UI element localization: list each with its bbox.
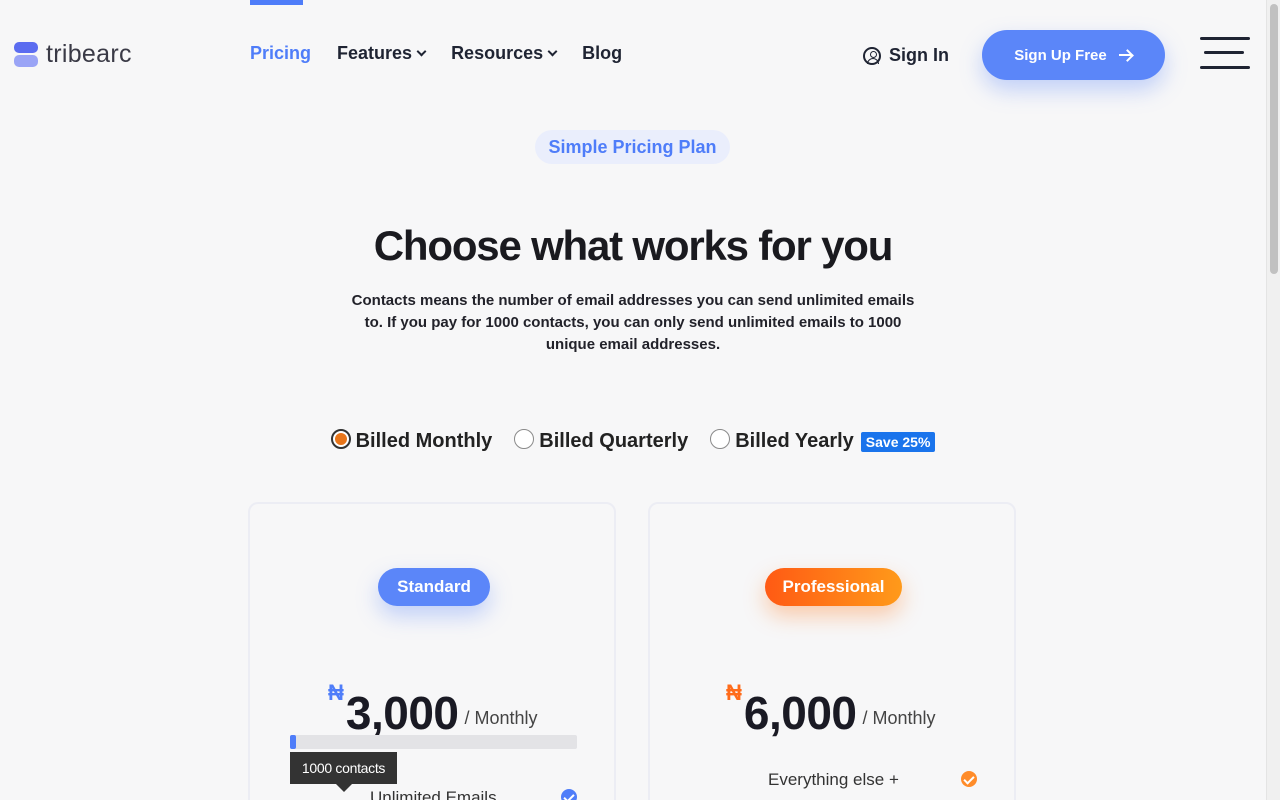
check-circle-icon: [961, 771, 977, 787]
billing-option-label: Billed Quarterly: [539, 430, 689, 452]
scrollbar[interactable]: [1266, 0, 1280, 800]
radio-button[interactable]: [710, 428, 731, 449]
nav-item-label: Blog: [582, 43, 623, 63]
nav-item-features[interactable]: Features: [337, 43, 427, 64]
chevron-down-icon: [547, 46, 558, 57]
active-nav-indicator: [250, 0, 303, 5]
currency-symbol: ₦: [328, 680, 344, 705]
contacts-tooltip: 1000 contacts: [290, 752, 397, 792]
price-row: ₦ 6,000 / Monthly: [726, 680, 936, 740]
billing-option-label: Billed Monthly: [355, 430, 493, 452]
scrollbar-thumb[interactable]: [1270, 4, 1278, 274]
billing-option-monthly[interactable]: Billed Monthly: [330, 428, 493, 453]
nav-item-label: Pricing: [250, 43, 312, 63]
billing-option-label: Billed Yearly: [735, 430, 854, 452]
contacts-slider[interactable]: [290, 735, 577, 749]
menu-icon[interactable]: [1200, 37, 1250, 71]
page-title: Choose what works for you: [373, 222, 894, 269]
logo-icon: [14, 41, 38, 68]
billing-option-yearly[interactable]: Billed Yearly Save 25%: [710, 428, 936, 453]
plan-name-badge: Standard: [378, 568, 490, 606]
price-row: ₦ 3,000 / Monthly: [328, 680, 538, 740]
sign-in-link[interactable]: Sign In: [863, 45, 949, 66]
save-badge: Save 25%: [860, 431, 936, 452]
price-amount: 6,000: [743, 687, 857, 739]
feature-item: Unlimited Emails: [370, 788, 497, 800]
nav-item-label: Resources: [451, 43, 544, 63]
plan-card-standard: Standard ₦ 3,000 / Monthly 1000 contacts…: [248, 502, 616, 800]
sign-in-label: Sign In: [889, 45, 949, 65]
sign-up-button[interactable]: Sign Up Free: [982, 30, 1165, 80]
nav-item-resources[interactable]: Resources: [451, 43, 558, 64]
main-nav: Pricing Features Resources Blog: [250, 43, 622, 64]
radio-button[interactable]: [514, 428, 535, 449]
user-icon: [863, 46, 881, 65]
nav-item-blog[interactable]: Blog: [582, 43, 622, 64]
check-circle-icon: [561, 789, 577, 800]
arrow-right-icon: [1118, 49, 1133, 61]
price-amount: 3,000: [345, 687, 459, 739]
nav-item-pricing[interactable]: Pricing: [250, 43, 311, 64]
logo[interactable]: tribearc: [14, 40, 132, 69]
sign-up-label: Sign Up Free: [1014, 46, 1107, 64]
billing-period-selector: Billed Monthly Billed Quarterly Billed Y…: [0, 428, 1266, 453]
nav-item-label: Features: [337, 43, 413, 63]
feature-item: Everything else +: [768, 770, 899, 789]
plan-card-professional: Professional ₦ 6,000 / Monthly Everythin…: [648, 502, 1016, 800]
plan-name-badge: Professional: [765, 568, 902, 606]
price-period: / Monthly: [862, 708, 936, 728]
section-pill: Simple Pricing Plan: [535, 130, 730, 164]
radio-button[interactable]: [330, 428, 351, 449]
contacts-slider-fill[interactable]: [290, 735, 296, 749]
brand-name: tribearc: [46, 40, 132, 68]
currency-symbol: ₦: [726, 680, 742, 705]
page-description: Contacts means the number of email addre…: [351, 292, 915, 353]
price-period: / Monthly: [464, 708, 538, 728]
chevron-down-icon: [416, 46, 427, 57]
billing-option-quarterly[interactable]: Billed Quarterly: [514, 428, 689, 453]
